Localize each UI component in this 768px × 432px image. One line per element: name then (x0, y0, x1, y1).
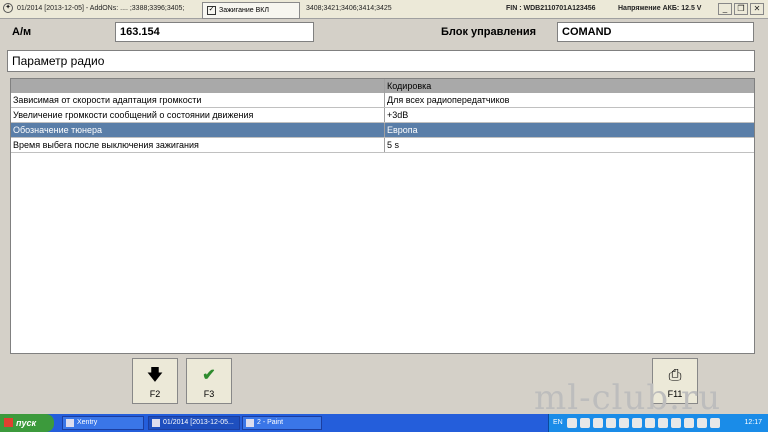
table-header-row: Кодировка (11, 79, 754, 93)
column-header-parameter (11, 79, 385, 93)
tray-icon[interactable] (606, 418, 616, 428)
f3-confirm-button[interactable]: ✔ F3 (186, 358, 232, 404)
app-icon (66, 419, 74, 427)
taskbar: пуск Xentry 01/2014 [2013-12-05... 2 - P… (0, 414, 768, 432)
close-button[interactable]: ✕ (750, 3, 764, 15)
tray-icon[interactable] (645, 418, 655, 428)
tray-icon[interactable] (697, 418, 707, 428)
checkbox-icon: ✓ (207, 5, 216, 15)
f2-down-button[interactable]: 🡇 F2 (132, 358, 178, 404)
tray-icon[interactable] (632, 418, 642, 428)
f2-label: F2 (149, 389, 161, 399)
clock: 12:17 (744, 419, 762, 426)
tray-icon[interactable] (619, 418, 629, 428)
vehicle-field: 163.154 (115, 22, 314, 42)
tray-icon[interactable] (580, 418, 590, 428)
panel-title: Параметр радио (7, 50, 755, 72)
control-unit-label: Блок управления (441, 26, 537, 38)
table-row-selected[interactable]: Обозначение тюнера Европа (11, 122, 754, 138)
ignition-status-popup: ✓ Зажигание ВКЛ (202, 2, 300, 19)
parameter-name: Зависимая от скорости адаптация громкост… (11, 93, 385, 108)
ignition-status-label: Зажигание ВКЛ (219, 7, 269, 14)
app-icon (152, 419, 160, 427)
paint-icon (246, 419, 254, 427)
checkmark-icon: ✔ (202, 367, 216, 384)
start-button[interactable]: пуск (0, 414, 54, 432)
software-version: 01/2014 [2013-12-05] - AddONs: .... ;338… (17, 5, 185, 12)
parameter-value[interactable]: Европа (384, 122, 754, 138)
mercedes-star-icon: ✦ (3, 3, 13, 13)
parameter-name: Обозначение тюнера (11, 122, 385, 138)
battery-voltage: Напряжение АКБ: 12.5 V (618, 5, 702, 12)
table-row[interactable]: Время выбега после выключения зажигания … (11, 137, 754, 153)
coding-table: Кодировка Зависимая от скорости адаптаци… (10, 78, 755, 354)
system-tray: EN 12:17 (548, 414, 768, 432)
tray-icon[interactable] (567, 418, 577, 428)
taskbar-item-das[interactable]: 01/2014 [2013-12-05... (148, 416, 240, 430)
arrow-down-icon: 🡇 (146, 367, 164, 384)
column-header-coding: Кодировка (384, 79, 754, 93)
parameter-value[interactable]: 5 s (384, 137, 754, 153)
table-row[interactable]: Зависимая от скорости адаптация громкост… (11, 93, 754, 108)
tray-icon[interactable] (710, 418, 720, 428)
title-bar: ✦ 01/2014 [2013-12-05] - AddONs: .... ;3… (0, 0, 768, 19)
tray-icon[interactable] (671, 418, 681, 428)
language-indicator[interactable]: EN (553, 419, 563, 426)
start-label: пуск (16, 418, 37, 428)
parameter-name: Время выбега после выключения зажигания (11, 137, 385, 153)
task-label: 2 - Paint (257, 419, 284, 426)
table-row[interactable]: Увеличение громкости сообщений о состоян… (11, 107, 754, 123)
window-controls: _ ❐ ✕ (718, 3, 764, 15)
control-unit-field: COMAND (557, 22, 754, 42)
fin-readout: FIN : WDB2110701A123456 (506, 5, 596, 12)
taskbar-item-xentry[interactable]: Xentry (62, 416, 144, 430)
parameter-name: Увеличение громкости сообщений о состоян… (11, 107, 385, 123)
taskbar-item-paint[interactable]: 2 - Paint (242, 416, 322, 430)
f3-label: F3 (203, 389, 215, 399)
minimize-button[interactable]: _ (718, 3, 732, 15)
parameter-value[interactable]: Для всех радиопередатчиков (384, 93, 754, 108)
tray-icon[interactable] (684, 418, 694, 428)
task-label: 01/2014 [2013-12-05... (163, 419, 234, 426)
addons-list: 3408;3421;3406;3414;3425 (306, 5, 392, 12)
task-label: Xentry (77, 419, 98, 426)
vehicle-label: А/м (12, 26, 32, 38)
windows-logo-icon (4, 418, 13, 427)
tray-icon[interactable] (658, 418, 668, 428)
tray-icons (567, 418, 720, 428)
restore-button[interactable]: ❐ (734, 3, 748, 15)
watermark: ml-club.ru (534, 378, 722, 418)
parameter-value[interactable]: +3dB (384, 107, 754, 123)
tray-icon[interactable] (593, 418, 603, 428)
